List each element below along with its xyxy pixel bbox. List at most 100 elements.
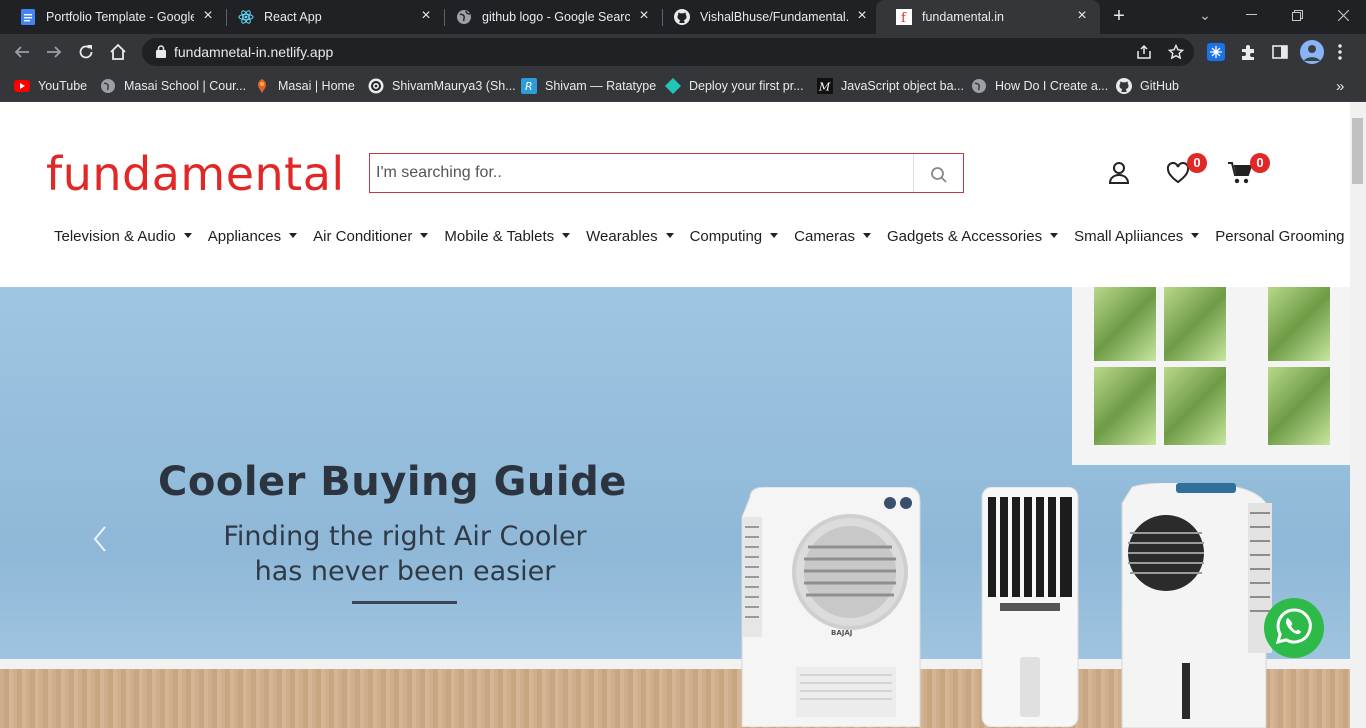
fundamental-f-icon: f	[896, 9, 912, 25]
tab-react-app[interactable]: React App ×	[218, 0, 444, 34]
forward-icon[interactable]	[42, 40, 66, 64]
bookmark-label: Masai | Home	[278, 79, 355, 93]
menu-label: Personal Grooming	[1215, 227, 1345, 245]
svg-text:M: M	[818, 81, 831, 94]
whatsapp-icon	[1274, 606, 1314, 651]
extensions-puzzle-icon[interactable]	[1238, 42, 1258, 62]
menu-gadgets-accessories[interactable]: Gadgets & Accessories	[887, 226, 1059, 246]
tab-google-search[interactable]: github logo - Google Search ×	[436, 0, 662, 34]
caret-down-icon	[1050, 232, 1059, 238]
bookmark-medium[interactable]: M JavaScript object ba...	[817, 77, 964, 95]
bookmark-label: GitHub	[1140, 79, 1179, 93]
close-icon[interactable]: ×	[200, 8, 216, 25]
codeforces-icon	[368, 78, 384, 94]
bookmark-ratatype[interactable]: R Shivam — Ratatype	[521, 77, 656, 95]
hero-carousel[interactable]: Cooler Buying Guide Finding the right Ai…	[0, 287, 1350, 728]
tab-fundamental[interactable]: f fundamental.in ×	[876, 0, 1100, 34]
air-cooler-image: BAJAJ	[736, 486, 922, 728]
medium-icon: M	[817, 78, 833, 94]
back-icon[interactable]	[10, 40, 34, 64]
close-window-icon[interactable]	[1320, 0, 1366, 30]
tab-title: fundamental.in	[922, 10, 1005, 24]
menu-computing[interactable]: Computing	[690, 226, 779, 246]
url-text[interactable]: fundamnetal-in.netlify.app	[174, 44, 333, 60]
bookmarks-overflow-chevron-icon[interactable]: »	[1336, 77, 1344, 95]
tower-cooler-image	[980, 486, 1080, 728]
menu-appliances[interactable]: Appliances	[208, 226, 298, 246]
webpage: fundamental 0 0 Television & Audio Appli…	[0, 102, 1350, 728]
menu-label: Cameras	[794, 227, 855, 245]
cart-count-badge: 0	[1250, 153, 1270, 173]
svg-text:R: R	[525, 80, 533, 93]
window-illustration	[1072, 287, 1350, 465]
address-bar[interactable]: fundamnetal-in.netlify.app	[142, 38, 1194, 66]
search-icon[interactable]	[930, 166, 950, 186]
search-input[interactable]	[370, 154, 910, 192]
close-icon[interactable]: ×	[1074, 8, 1090, 25]
caret-down-icon	[183, 232, 192, 238]
carousel-prev-icon[interactable]	[92, 525, 112, 553]
menu-label: Television & Audio	[54, 227, 176, 245]
github-icon	[1116, 78, 1132, 94]
home-icon[interactable]	[106, 40, 130, 64]
caret-down-icon	[863, 232, 871, 238]
youtube-icon	[14, 78, 30, 94]
lock-icon[interactable]	[156, 45, 166, 63]
tab-strip: Portfolio Template - Google × React App …	[0, 0, 1366, 34]
github-icon	[674, 9, 690, 25]
tab-portfolio-template[interactable]: Portfolio Template - Google ×	[0, 0, 226, 34]
new-tab-button[interactable]: +	[1108, 6, 1130, 28]
menu-air-conditioner[interactable]: Air Conditioner	[313, 226, 429, 246]
google-docs-icon	[20, 9, 36, 25]
page-scrollbar[interactable]	[1350, 102, 1366, 728]
whatsapp-chat-button[interactable]	[1264, 598, 1324, 658]
extension-snowflake-icon[interactable]	[1206, 42, 1226, 62]
bookmark-netlify[interactable]: Deploy your first pr...	[665, 77, 804, 95]
tab-github-repo[interactable]: VishalBhuse/Fundamental.in ×	[654, 0, 880, 34]
menu-wearables[interactable]: Wearables	[586, 226, 674, 246]
bookmark-github[interactable]: GitHub	[1116, 77, 1179, 95]
user-account-icon[interactable]	[1108, 161, 1132, 185]
scrollbar-thumb[interactable]	[1352, 118, 1363, 184]
reload-icon[interactable]	[74, 40, 98, 64]
caret-down-icon	[289, 232, 298, 238]
bookmark-label: Deploy your first pr...	[689, 79, 804, 93]
kebab-menu-icon[interactable]	[1330, 42, 1350, 62]
bookmark-masai-school[interactable]: Masai School | Cour...	[100, 77, 246, 95]
browser-toolbar: fundamnetal-in.netlify.app	[0, 34, 1366, 70]
ratatype-icon: R	[521, 78, 537, 94]
bookmark-youtube[interactable]: YouTube	[14, 77, 87, 95]
cart-icon[interactable]	[1227, 161, 1253, 185]
personal-cooler-image	[1116, 481, 1282, 728]
bajaj-brand-mark: BAJAJ	[831, 629, 852, 637]
bookmark-label: YouTube	[38, 79, 88, 93]
tab-search-chevron-icon[interactable]: ⌄	[1182, 0, 1228, 30]
tab-title: github logo - Google Search	[482, 10, 630, 24]
bookmark-label: ShivamMaurya3 (Sh...	[392, 79, 516, 93]
caret-down-icon	[562, 232, 571, 238]
close-icon[interactable]: ×	[636, 8, 652, 25]
profile-avatar[interactable]	[1300, 40, 1324, 64]
share-icon[interactable]	[1136, 44, 1154, 60]
hero-underline	[352, 601, 457, 604]
menu-cameras[interactable]: Cameras	[794, 226, 871, 246]
bookmark-how-do-i-create[interactable]: How Do I Create a...	[971, 77, 1108, 95]
masai-icon	[254, 78, 270, 94]
close-icon[interactable]: ×	[854, 8, 870, 25]
category-menu: Television & Audio Appliances Air Condit…	[54, 226, 1350, 246]
menu-television-audio[interactable]: Television & Audio	[54, 226, 192, 246]
menu-personal-grooming[interactable]: Personal Grooming	[1215, 226, 1350, 246]
bookmark-shivammaurya[interactable]: ShivamMaurya3 (Sh...	[368, 77, 516, 95]
bookmark-masai-home[interactable]: Masai | Home	[254, 77, 355, 95]
menu-small-appliances[interactable]: Small Apliiances	[1074, 226, 1200, 246]
bookmark-label: JavaScript object ba...	[841, 79, 964, 93]
minimize-icon[interactable]	[1228, 0, 1274, 30]
site-logo[interactable]: fundamental	[46, 146, 345, 202]
restore-icon[interactable]	[1274, 0, 1320, 30]
close-icon[interactable]: ×	[418, 8, 434, 25]
tab-title: VishalBhuse/Fundamental.in	[700, 10, 848, 24]
side-panel-icon[interactable]	[1270, 42, 1290, 62]
bookmark-label: Shivam — Ratatype	[545, 79, 657, 93]
bookmark-star-icon[interactable]	[1167, 43, 1186, 60]
menu-mobile-tablets[interactable]: Mobile & Tablets	[444, 226, 571, 246]
